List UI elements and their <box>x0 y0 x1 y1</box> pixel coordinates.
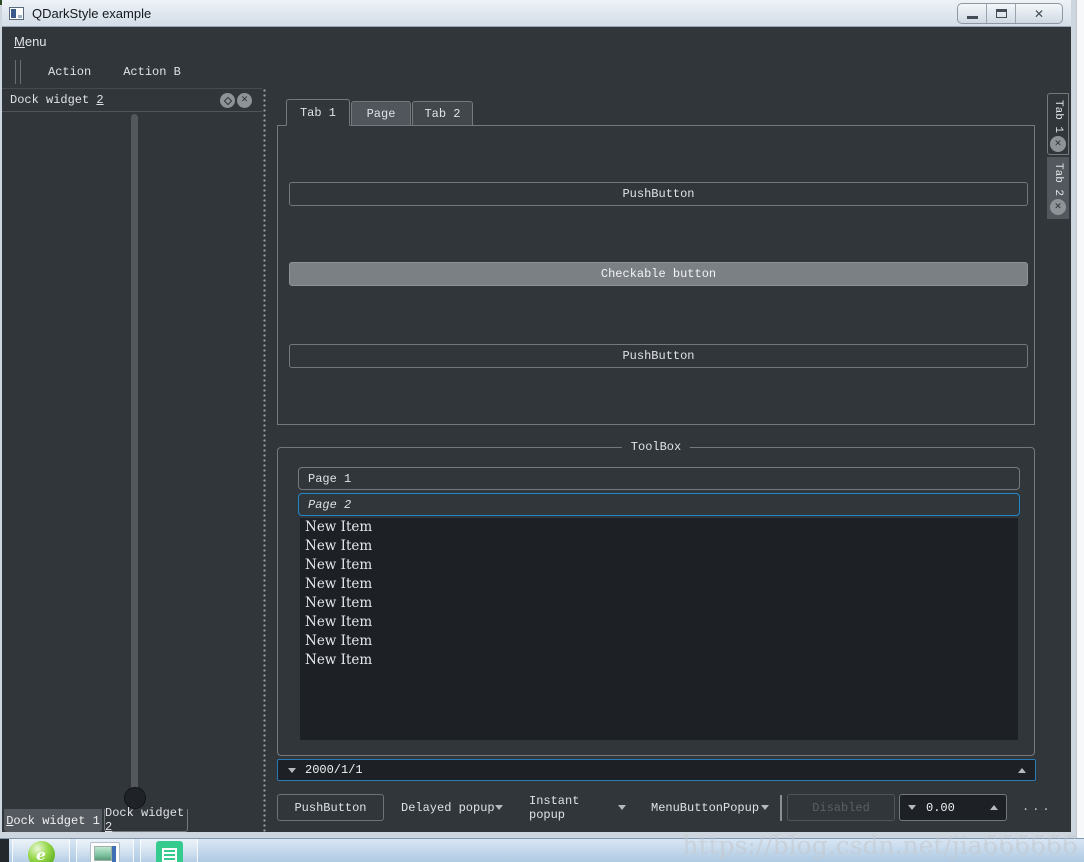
list-item[interactable]: New Item <box>300 594 1018 613</box>
minimize-icon <box>966 16 978 19</box>
dock-float-button[interactable] <box>220 93 235 108</box>
list-widget: New Item New Item New Item New Item New … <box>300 518 1018 740</box>
push-button-2[interactable]: PushButton <box>289 344 1028 368</box>
image-viewer-icon <box>90 842 120 862</box>
window-controls: ✕ <box>957 3 1063 24</box>
chevron-down-icon <box>761 805 769 810</box>
right-tab1[interactable]: Tab 1 ✕ <box>1047 93 1069 155</box>
vertical-slider-track[interactable] <box>131 114 138 800</box>
toolbox-groupbox: ToolBox Page 1 Page 2 New Item New Item … <box>277 440 1035 756</box>
instant-popup-button[interactable]: Instant popup <box>524 794 631 822</box>
minimize-button[interactable] <box>958 4 987 23</box>
close-icon: ✕ <box>240 95 249 105</box>
dock-tab-widget1[interactable]: Dock widget 1 <box>4 809 102 832</box>
chevron-down-icon <box>618 805 626 810</box>
close-button[interactable]: ✕ <box>1016 4 1062 23</box>
toolbar-action[interactable]: Action <box>43 63 96 81</box>
tab-close-button[interactable]: ✕ <box>1050 136 1066 153</box>
tab-tab1[interactable]: Tab 1 <box>286 99 350 126</box>
list-item[interactable]: New Item <box>300 613 1018 632</box>
toolbox-page1-header[interactable]: Page 1 <box>298 467 1020 490</box>
menu-button-popup[interactable]: MenuButtonPopup <box>646 794 774 821</box>
maximize-button[interactable] <box>987 4 1016 23</box>
toolbar-action-b[interactable]: Action B <box>118 63 186 81</box>
bottom-push-button[interactable]: PushButton <box>277 794 384 821</box>
chevron-down-icon <box>288 767 296 773</box>
list-item[interactable]: New Item <box>300 537 1018 556</box>
date-value: 2000/1/1 <box>305 763 363 777</box>
date-edit[interactable]: 2000/1/1 <box>277 759 1036 781</box>
spin-up-icon[interactable] <box>1018 767 1026 773</box>
groupbox-title: ToolBox <box>621 440 691 454</box>
toolbar-separator <box>780 795 782 821</box>
toolbox-page2-header[interactable]: Page 2 <box>298 493 1020 516</box>
right-tab2[interactable]: Tab 2 ✕ <box>1047 157 1069 219</box>
float-icon <box>223 96 232 105</box>
close-icon: ✕ <box>1033 6 1045 21</box>
close-icon: ✕ <box>1054 138 1062 149</box>
browser-icon: e <box>27 841 55 862</box>
taskbar-button-document[interactable] <box>140 839 198 862</box>
chevron-down-icon <box>495 805 503 810</box>
taskbar-button-browser[interactable]: e <box>12 839 70 862</box>
checkable-button[interactable]: Checkable button <box>289 262 1028 286</box>
spin-up-icon[interactable] <box>990 805 998 810</box>
disabled-button: Disabled <box>787 794 895 821</box>
list-item[interactable]: New Item <box>300 556 1018 575</box>
list-item[interactable]: New Item <box>300 651 1018 670</box>
start-button-edge[interactable] <box>0 839 9 862</box>
list-item[interactable]: New Item <box>300 518 1018 537</box>
tab-page[interactable]: Page <box>351 101 411 126</box>
push-button-1[interactable]: PushButton <box>289 182 1028 206</box>
screen: QDarkStyle example ✕ Menu Action Action … <box>0 0 1084 862</box>
maximize-icon <box>995 9 1007 18</box>
spin-value: 0.00 <box>926 800 955 815</box>
double-spinbox[interactable]: 0.00 <box>899 794 1007 821</box>
main-toolbar: Action Action B <box>2 55 1071 88</box>
tab1-pane: PushButton Checkable button PushButton <box>277 125 1035 425</box>
tab-tab2[interactable]: Tab 2 <box>412 101 473 126</box>
menu-item-menu[interactable]: Menu <box>2 34 59 49</box>
background-window-edge <box>1076 0 1084 838</box>
list-item[interactable]: New Item <box>300 575 1018 594</box>
dock-splitter[interactable] <box>261 88 268 832</box>
dock-tab-widget2[interactable]: Dock widget 2 <box>104 806 188 834</box>
taskbar-button-image-viewer[interactable] <box>76 839 134 862</box>
close-icon: ✕ <box>1054 201 1062 212</box>
list-item[interactable]: New Item <box>300 632 1018 651</box>
toolbar-handle[interactable] <box>15 59 21 84</box>
menubar: Menu <box>2 28 1071 55</box>
window-frame-right <box>1071 0 1076 838</box>
tab-close-button[interactable]: ✕ <box>1050 199 1066 216</box>
delayed-popup-button[interactable]: Delayed popup <box>396 794 508 821</box>
toolbar-overflow-button[interactable]: ... <box>1022 800 1053 814</box>
taskbar: e <box>0 838 1084 862</box>
dock-titlebar: Dock widget 2 ✕ <box>2 88 262 112</box>
window-title: QDarkStyle example <box>32 5 152 21</box>
document-icon <box>155 841 183 862</box>
window-frame-left <box>0 0 2 838</box>
dock-close-button[interactable]: ✕ <box>237 93 252 108</box>
titlebar: QDarkStyle example ✕ <box>2 0 1071 27</box>
app-icon <box>9 6 24 20</box>
spin-down-icon[interactable] <box>908 805 916 810</box>
dock-title: Dock widget 2 <box>10 93 104 107</box>
